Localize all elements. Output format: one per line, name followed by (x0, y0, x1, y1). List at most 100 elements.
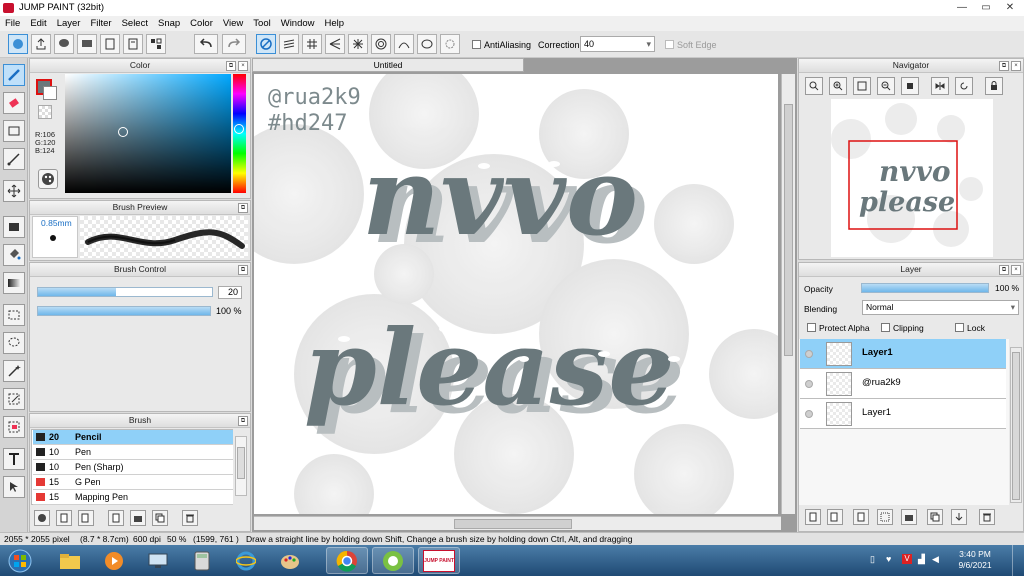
panel-close-icon[interactable]: × (1011, 61, 1021, 71)
layer-row[interactable]: Layer1 (800, 399, 1006, 429)
panel-float-icon[interactable]: ⧉ (226, 61, 236, 71)
merge-layer-button[interactable] (951, 509, 967, 525)
brush-item-pen-sharp[interactable]: 10 Pen (Sharp) (33, 460, 233, 475)
brush-item-pencil[interactable]: 20 Pencil (33, 430, 233, 445)
canvas-horizontal-scrollbar[interactable] (254, 516, 781, 530)
brush-settings-button[interactable] (34, 510, 50, 526)
zoom-out-icon[interactable] (877, 77, 895, 95)
rectangle-tool-icon[interactable] (3, 120, 25, 142)
hue-slider[interactable] (233, 74, 246, 193)
brush-copy-button[interactable] (108, 510, 124, 526)
ellipse-ruler-icon[interactable] (417, 34, 437, 54)
brush-size-value[interactable]: 20 (218, 286, 242, 299)
brush-item-mapping-pen[interactable]: 15 Mapping Pen (33, 490, 233, 505)
text-tool-icon[interactable] (3, 448, 25, 470)
zoom-fit-icon[interactable] (805, 77, 823, 95)
brush-mode-icon[interactable] (8, 34, 28, 54)
menu-edit[interactable]: Edit (25, 16, 51, 31)
canvas-tab[interactable]: Untitled (252, 58, 524, 72)
tray-device-icon[interactable]: ▯ (870, 554, 875, 565)
message-icon[interactable] (77, 34, 97, 54)
minimize-button[interactable]: — (950, 0, 974, 15)
drawing-canvas[interactable]: nvvo nvvo please please @rua2k9 #hd247 (254, 74, 778, 514)
taskbar-calculator[interactable] (184, 547, 220, 574)
brush-tool-icon[interactable] (3, 64, 25, 86)
fit-window-icon[interactable] (853, 77, 871, 95)
menu-filter[interactable]: Filter (85, 16, 116, 31)
taskbar-media-player[interactable] (96, 547, 132, 574)
start-button[interactable] (4, 547, 36, 574)
protect-alpha-checkbox[interactable]: Protect Alpha (807, 323, 870, 333)
panel-float-icon[interactable]: ⧉ (999, 265, 1009, 275)
brush-item-g-pen[interactable]: 15 G Pen (33, 475, 233, 490)
zoom-in-icon[interactable] (829, 77, 847, 95)
select-pen-tool-icon[interactable] (3, 388, 25, 410)
menu-snap[interactable]: Snap (153, 16, 185, 31)
operation-tool-icon[interactable] (3, 476, 25, 498)
layer-row[interactable]: Layer1 (800, 339, 1006, 369)
layer-row[interactable]: @rua2k9 (800, 369, 1006, 399)
eye-icon[interactable] (805, 350, 813, 358)
flip-icon[interactable] (931, 77, 949, 95)
clipping-checkbox[interactable]: Clipping (881, 323, 924, 333)
fill-rect-tool-icon[interactable] (3, 216, 25, 238)
export-icon[interactable] (31, 34, 51, 54)
new-layer-button[interactable] (805, 509, 821, 525)
redo-button[interactable] (222, 34, 246, 54)
magic-wand-tool-icon[interactable] (3, 360, 25, 382)
hue-cursor[interactable] (234, 124, 244, 134)
perspective-ruler-icon[interactable] (325, 34, 345, 54)
menu-tool[interactable]: Tool (248, 16, 275, 31)
brush-menu-button[interactable] (78, 510, 94, 526)
close-button[interactable]: ✕ (998, 0, 1022, 15)
taskbar-chrome[interactable] (326, 547, 368, 574)
blending-select[interactable]: Normal ▾ (862, 300, 1019, 315)
bucket-tool-icon[interactable] (3, 244, 25, 266)
menu-window[interactable]: Window (276, 16, 320, 31)
lasso-tool-icon[interactable] (3, 332, 25, 354)
duplicate-layer-button[interactable] (927, 509, 943, 525)
taskbar-explorer[interactable] (52, 547, 88, 574)
delete-layer-button[interactable] (979, 509, 995, 525)
brush-folder-button[interactable] (130, 510, 146, 526)
new-brush-button[interactable] (56, 510, 72, 526)
eye-icon[interactable] (805, 410, 813, 418)
sub-color-swatch[interactable] (43, 86, 57, 100)
panel-close-icon[interactable]: × (238, 61, 248, 71)
saturation-value-picker[interactable] (65, 74, 231, 193)
eye-icon[interactable] (805, 380, 813, 388)
brush-opacity-slider[interactable] (37, 306, 211, 316)
gradient-tool-icon[interactable] (3, 272, 25, 294)
correction-select[interactable]: 40 ▾ (580, 36, 655, 52)
brush-size-slider[interactable] (37, 287, 213, 297)
new-layer-menu-button[interactable] (827, 509, 843, 525)
layer-list-scrollbar[interactable] (1010, 347, 1022, 503)
taskbar-network[interactable] (140, 547, 176, 574)
panel-float-icon[interactable]: ⧉ (238, 416, 248, 426)
settings-ruler-icon[interactable] (440, 34, 460, 54)
lock-checkbox[interactable]: Lock (955, 323, 985, 333)
brush-duplicate-button[interactable] (152, 510, 168, 526)
concentric-ruler-icon[interactable] (371, 34, 391, 54)
navigator-thumbnail[interactable]: nvvo please (831, 99, 993, 257)
radial-ruler-icon[interactable] (348, 34, 368, 54)
menu-select[interactable]: Select (117, 16, 153, 31)
grid-ruler-icon[interactable] (302, 34, 322, 54)
taskbar-paint[interactable] (272, 547, 308, 574)
navigator-lock-icon[interactable] (985, 77, 1003, 95)
parallel-ruler-icon[interactable] (279, 34, 299, 54)
taskbar-app-green[interactable] (372, 547, 414, 574)
grid-icon[interactable] (146, 34, 166, 54)
taskbar-clock[interactable]: 3:40 PM 9/6/2021 (950, 549, 1000, 571)
brush-delete-button[interactable] (182, 510, 198, 526)
curve-ruler-icon[interactable] (394, 34, 414, 54)
taskbar-jump-paint[interactable]: JUMP PAINT (418, 547, 460, 574)
panel-float-icon[interactable]: ⧉ (999, 61, 1009, 71)
actual-size-icon[interactable] (901, 77, 919, 95)
move-tool-icon[interactable] (3, 180, 25, 202)
palette-button[interactable] (38, 169, 58, 189)
rect-select-tool-icon[interactable] (3, 304, 25, 326)
line-tool-icon[interactable] (3, 148, 25, 170)
canvas-vertical-scrollbar[interactable] (781, 74, 795, 514)
soft-edge-checkbox[interactable]: Soft Edge (665, 40, 717, 50)
